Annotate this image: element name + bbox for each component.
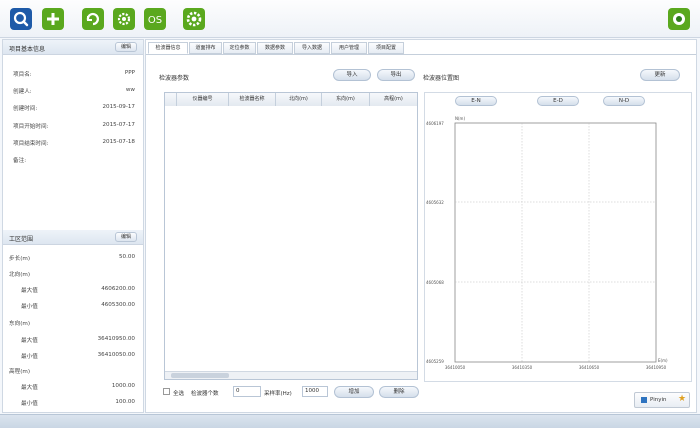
east-min-label: 最小值	[21, 354, 38, 360]
column-north[interactable]: 北向(m)	[276, 93, 322, 106]
add-icon[interactable]	[42, 8, 64, 30]
column-instrument-id[interactable]: 仪器编号	[177, 93, 229, 106]
table-horizontal-scrollbar[interactable]	[165, 371, 417, 379]
start-time-label: 项目开始时间:	[13, 124, 49, 130]
step-label: 步长(m)	[9, 256, 31, 262]
y-axis-label: N(m)	[455, 116, 465, 121]
elev-min-value: 100.00	[115, 399, 135, 405]
update-button[interactable]: 更新	[640, 69, 680, 81]
search-icon[interactable]	[10, 8, 32, 30]
end-time-label: 项目结束时间:	[13, 141, 49, 147]
x-tick-2: 36410350	[512, 365, 533, 370]
plot-frame	[454, 122, 657, 363]
tab-layout[interactable]: 道面排布	[189, 42, 222, 54]
select-all-checkbox[interactable]	[163, 388, 170, 395]
table-header-corner	[165, 93, 177, 106]
position-plot-title: 检波器位置图	[423, 75, 460, 82]
add-button[interactable]: 增加	[334, 386, 374, 398]
power-icon[interactable]	[668, 8, 690, 30]
left-panel: 项目基本信息 编辑 项目名: PPP 创建人: ww 创建时间: 2015-09…	[2, 39, 144, 413]
work-range-header: 工区范围 编辑	[3, 230, 143, 245]
os-icon[interactable]: OS	[144, 8, 166, 30]
toolbar: OS	[0, 0, 700, 38]
import-button[interactable]: 导入	[333, 69, 371, 81]
project-info-edit-button[interactable]: 编辑	[115, 42, 137, 52]
remarks-label: 备注:	[13, 158, 27, 164]
star-icon: ★	[678, 394, 687, 404]
refresh-icon[interactable]	[82, 8, 104, 30]
position-plot: N(m) E(m) 4606197 4605632 4605068 460525…	[426, 116, 668, 370]
north-max-value: 4606200.00	[101, 286, 135, 292]
view-nd-button[interactable]: N-D	[603, 96, 645, 106]
view-en-button[interactable]: E-N	[455, 96, 497, 106]
elev-max-value: 1000.00	[111, 383, 135, 389]
column-east[interactable]: 东向(m)	[322, 93, 370, 106]
main-panel: 检波器信息 道面排布 定位参数 数据参数 导入数据 用户管理 项目配置 检波器参…	[145, 39, 697, 413]
export-button[interactable]: 导出	[377, 69, 415, 81]
project-info-title: 项目基本信息	[9, 46, 46, 53]
north-min-label: 最小值	[21, 304, 38, 310]
y-tick-2: 4605632	[426, 200, 444, 205]
y-tick-1: 4606197	[426, 121, 444, 126]
y-tick-4: 4605259	[426, 359, 444, 364]
detector-table: 仪器编号 检波器名称 北向(m) 东向(m) 高程(m)	[164, 92, 418, 380]
elev-max-label: 最大值	[21, 385, 38, 391]
work-range-title: 工区范围	[9, 236, 34, 243]
east-max-value: 36410950.00	[97, 336, 135, 342]
tab-divider	[146, 54, 696, 55]
view-ed-button[interactable]: E-D	[537, 96, 579, 106]
gear-icon[interactable]	[183, 8, 205, 30]
tab-project-config[interactable]: 项目配置	[368, 42, 404, 54]
step-value: 50.00	[118, 254, 135, 260]
ime-grid-icon	[641, 397, 647, 403]
start-time-value: 2015-07-17	[102, 122, 135, 128]
status-bar	[0, 414, 700, 428]
project-name-value: PPP	[124, 70, 135, 76]
column-detector-name[interactable]: 检波器名称	[229, 93, 276, 106]
sample-rate-value: 1000	[305, 388, 319, 394]
y-tick-3: 4605068	[426, 280, 444, 285]
north-min-value: 4605300.00	[101, 302, 135, 308]
detector-params-title: 检波器参数	[159, 75, 190, 82]
x-tick-1: 36410050	[445, 365, 466, 370]
tab-data-params[interactable]: 数据参数	[257, 42, 293, 54]
project-name-label: 项目名:	[13, 72, 32, 78]
svg-text:OS: OS	[148, 15, 162, 26]
north-max-label: 最大值	[21, 288, 38, 294]
north-label: 北向(m)	[9, 272, 31, 278]
tab-detector-info[interactable]: 检波器信息	[148, 42, 188, 54]
ime-pinyin-indicator[interactable]: Pinyin ★	[634, 392, 690, 408]
select-all-label: 全选	[173, 391, 185, 397]
east-label: 东向(m)	[9, 321, 31, 327]
sample-rate-label: 采样率(Hz)	[264, 391, 292, 397]
sample-rate-input[interactable]: 1000	[302, 386, 328, 397]
work-range-edit-button[interactable]: 编辑	[115, 232, 137, 242]
project-info-header: 项目基本信息 编辑	[3, 40, 143, 55]
delete-button[interactable]: 删除	[379, 386, 419, 398]
column-elevation[interactable]: 高程(m)	[370, 93, 417, 106]
tab-import-data[interactable]: 导入数据	[294, 42, 330, 54]
elev-label: 高程(m)	[9, 369, 31, 375]
east-min-value: 36410050.00	[97, 352, 135, 358]
x-tick-3: 36410650	[579, 365, 600, 370]
detector-count-label: 检波器个数	[191, 391, 219, 397]
scrollbar-thumb[interactable]	[171, 373, 229, 378]
x-axis-label: E(m)	[658, 358, 668, 363]
tab-user-management[interactable]: 用户管理	[331, 42, 367, 54]
elev-min-label: 最小值	[21, 401, 38, 407]
ime-label: Pinyin	[650, 397, 667, 403]
creator-label: 创建人:	[13, 89, 32, 95]
east-max-label: 最大值	[21, 338, 38, 344]
x-tick-4: 36410950	[646, 365, 667, 370]
tab-location-params[interactable]: 定位参数	[223, 42, 256, 54]
settings-gear-icon[interactable]	[113, 8, 135, 30]
end-time-value: 2015-07-18	[102, 139, 135, 145]
detector-count-input[interactable]: 0	[233, 386, 261, 397]
created-time-label: 创建时间:	[13, 106, 38, 112]
created-time-value: 2015-09-17	[102, 104, 135, 110]
detector-count-value: 0	[236, 388, 240, 394]
position-plot-pane: E-N E-D N-D N(m) E(m) 4606197 4605632 46…	[424, 92, 692, 382]
creator-value: ww	[125, 87, 135, 93]
